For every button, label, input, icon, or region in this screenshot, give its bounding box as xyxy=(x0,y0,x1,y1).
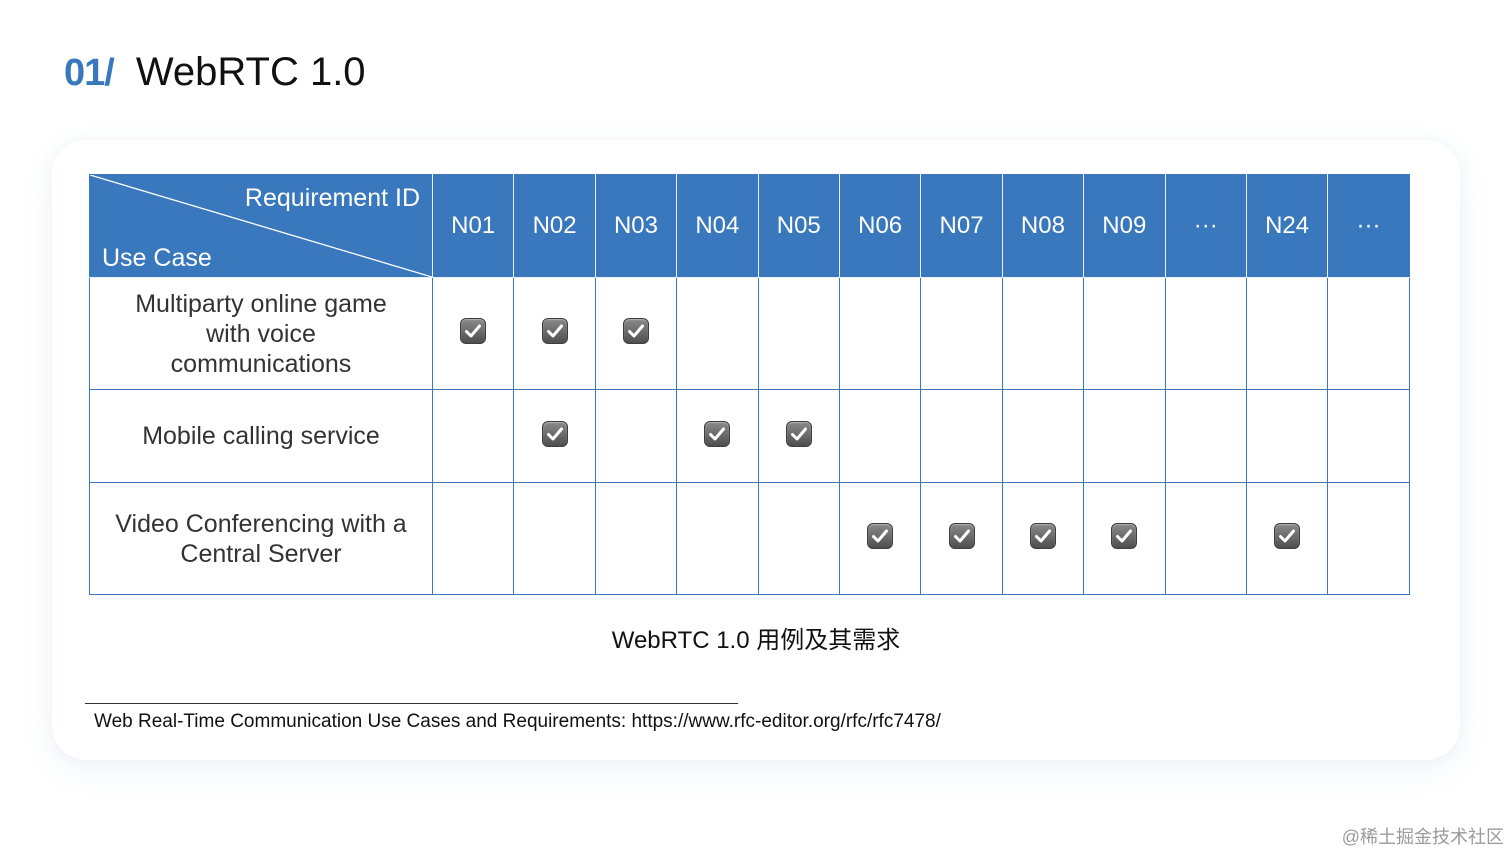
slide-title: 01/ WebRTC 1.0 xyxy=(64,50,366,95)
page-title: WebRTC 1.0 xyxy=(135,50,366,94)
footnote-reference: Web Real-Time Communication Use Cases an… xyxy=(94,711,941,732)
column-header: N04 xyxy=(676,174,759,278)
use-case-text-line: with voice xyxy=(206,319,316,348)
use-case-cell: Multiparty online game with voice communic… xyxy=(89,277,433,390)
table-caption: WebRTC 1.0 用例及其需求 xyxy=(611,627,901,654)
checked-checkbox-icon xyxy=(1029,523,1056,549)
column-header: N06 xyxy=(838,174,922,278)
column-header: N24 xyxy=(1245,174,1329,278)
requirement-cell xyxy=(757,389,840,483)
requirement-cell xyxy=(838,277,922,390)
requirement-cell xyxy=(1327,482,1410,595)
checked-checkbox-icon xyxy=(1274,523,1301,549)
column-header: N09 xyxy=(1083,174,1166,278)
checked-checkbox-icon xyxy=(785,420,812,447)
requirement-cell xyxy=(1245,482,1329,595)
watermark: @稀土掘金技术社区 xyxy=(1341,827,1504,847)
use-case-text-line: Multiparty online game xyxy=(135,289,387,318)
requirement-cell xyxy=(1245,389,1329,483)
checked-checkbox-icon xyxy=(1111,523,1138,549)
column-header: N08 xyxy=(1001,174,1085,278)
column-header: N01 xyxy=(431,174,515,278)
column-header: N02 xyxy=(513,174,596,278)
use-case-text-line: Mobile calling service xyxy=(142,422,380,450)
requirement-cell xyxy=(920,389,1003,483)
use-case-text-line: Video Conferencing with a xyxy=(115,509,407,538)
requirement-cell xyxy=(757,277,840,390)
checked-checkbox-icon xyxy=(460,318,487,344)
requirement-cell xyxy=(431,277,515,390)
requirement-cell xyxy=(1164,277,1247,390)
column-header: ··· xyxy=(1164,174,1247,278)
requirement-cell xyxy=(676,389,759,483)
column-header: N07 xyxy=(920,174,1003,278)
requirement-cell xyxy=(1083,277,1166,390)
requirement-cell xyxy=(838,389,922,483)
use-case-cell: Mobile calling service xyxy=(89,389,433,483)
requirement-cell xyxy=(676,277,759,390)
requirement-cell xyxy=(920,482,1003,595)
use-case-text-line: Central Server xyxy=(180,539,342,568)
requirement-cell xyxy=(513,277,596,390)
requirement-cell xyxy=(1164,389,1247,483)
requirement-cell xyxy=(1001,482,1085,595)
requirement-cell xyxy=(1327,389,1410,483)
use-case-text-line: communications xyxy=(170,349,352,378)
requirement-cell xyxy=(594,277,678,390)
use-case-label: Use Case xyxy=(102,244,212,272)
requirement-cell xyxy=(594,389,678,483)
use-case-cell: Video Conferencing with a Central Server xyxy=(89,482,433,595)
requirement-cell xyxy=(594,482,678,595)
column-header: N05 xyxy=(757,174,840,278)
requirement-cell xyxy=(1001,277,1085,390)
table-header-row: Requirement ID Use Case N01 N02 N03 N04 N05 N… xyxy=(89,174,1410,278)
requirement-cell xyxy=(1245,277,1329,390)
requirement-cell xyxy=(513,482,596,595)
requirement-cell xyxy=(757,482,840,595)
table-row: Mobile calling service xyxy=(89,389,1410,483)
requirement-cell xyxy=(513,389,596,483)
requirement-id-label: Requirement ID xyxy=(244,184,420,212)
requirement-cell xyxy=(1083,389,1166,483)
checked-checkbox-icon xyxy=(867,523,894,549)
table-row: Video Conferencing with a Central Server xyxy=(89,482,1410,595)
requirement-cell xyxy=(1327,277,1410,390)
requirements-table: Requirement ID Use Case N01 N02 N03 N04 N05 N… xyxy=(89,174,1410,595)
requirement-cell xyxy=(431,482,515,595)
column-header: N03 xyxy=(594,174,678,278)
requirement-cell xyxy=(1164,482,1247,595)
column-header: ··· xyxy=(1327,174,1410,278)
requirement-cell xyxy=(676,482,759,595)
requirement-cell xyxy=(1083,482,1166,595)
checked-checkbox-icon xyxy=(622,318,649,344)
requirement-cell xyxy=(431,389,515,483)
requirement-cell xyxy=(1001,389,1085,483)
corner-header-cell: Requirement ID Use Case xyxy=(89,174,433,278)
table-row: Multiparty online game with voice communic… xyxy=(89,277,1410,390)
footnote-divider xyxy=(85,703,738,704)
requirement-cell xyxy=(920,277,1003,390)
checked-checkbox-icon xyxy=(948,523,975,549)
checked-checkbox-icon xyxy=(541,318,568,344)
section-number: 01/ xyxy=(64,52,115,94)
requirement-cell xyxy=(838,482,922,595)
checked-checkbox-icon xyxy=(541,420,568,447)
checked-checkbox-icon xyxy=(704,420,731,447)
